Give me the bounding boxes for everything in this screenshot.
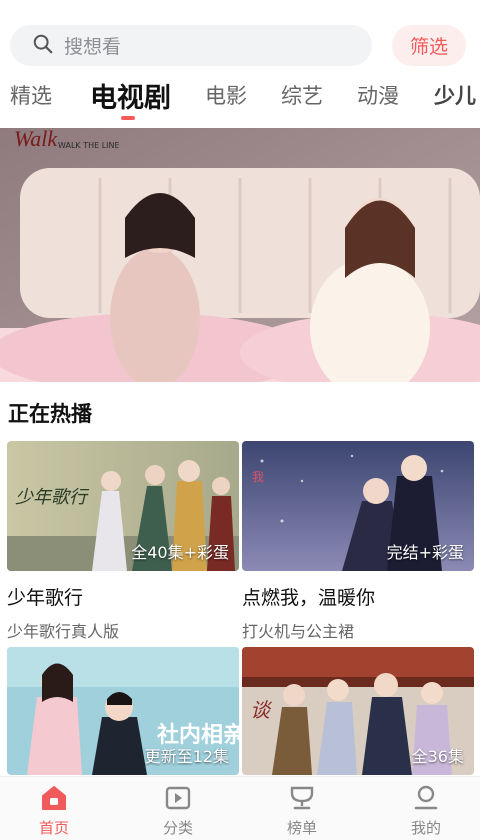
nav-category-label: 分类 — [162, 819, 193, 837]
tab-anime[interactable]: 动漫 — [357, 80, 399, 110]
show-subtitle: 打火机与公主裙 — [242, 622, 355, 641]
episode-badge: 完结+彩蛋 — [386, 543, 464, 562]
ranking-icon — [262, 783, 342, 813]
tab-featured[interactable]: 精选 — [10, 80, 52, 110]
channel-tabs: 精选 电视剧 电影 综艺 动漫 少儿 — [0, 72, 480, 124]
nav-home[interactable]: 首页 — [14, 783, 94, 838]
hero-banner[interactable]: Walk WALK THE LINE — [0, 128, 480, 382]
banner-image: Walk WALK THE LINE — [0, 128, 480, 382]
poster-title-text: 少年歌行 — [15, 487, 90, 508]
show-card[interactable]: 社内相亲 更新至12集 — [7, 647, 239, 775]
active-tab-indicator — [121, 116, 135, 120]
show-card[interactable]: 我 完结+彩蛋 点燃我，温暖你 打火机与公主裙 — [242, 441, 474, 642]
show-title: 少年歌行 — [7, 587, 84, 609]
show-card[interactable]: 谈 全36集 — [242, 647, 474, 775]
show-card[interactable]: 少年歌行 全40集+彩蛋 少年歌行 少年歌行真人版 — [7, 441, 239, 642]
svg-text:Walk: Walk — [14, 128, 58, 151]
show-subtitle: 少年歌行真人版 — [7, 622, 120, 641]
show-poster: 少年歌行 全40集+彩蛋 — [7, 441, 239, 571]
profile-icon — [386, 783, 466, 813]
svg-text:我: 我 — [252, 470, 264, 484]
nav-ranking-label: 榜单 — [286, 819, 317, 837]
tab-kids[interactable]: 少儿 — [434, 80, 476, 110]
nav-profile-label: 我的 — [410, 819, 441, 837]
tab-tv-series[interactable]: 电视剧 — [90, 76, 171, 115]
nav-home-label: 首页 — [38, 819, 69, 837]
search-input[interactable]: 搜想看 — [10, 25, 372, 66]
show-poster: 谈 全36集 — [242, 647, 474, 775]
nav-category[interactable]: 分类 — [138, 783, 218, 838]
show-title: 点燃我，温暖你 — [242, 587, 376, 609]
bottom-navigation: 首页 分类 榜单 我的 — [0, 776, 480, 840]
episode-badge: 更新至12集 — [144, 747, 229, 766]
tab-variety[interactable]: 综艺 — [281, 80, 323, 110]
show-poster: 社内相亲 更新至12集 — [7, 647, 239, 775]
section-title: 正在热播 — [8, 402, 92, 426]
top-bar: 搜想看 筛选 — [0, 0, 480, 70]
search-placeholder: 搜想看 — [64, 36, 122, 58]
filter-button[interactable]: 筛选 — [392, 25, 466, 66]
episode-badge: 全40集+彩蛋 — [131, 543, 229, 562]
search-icon — [32, 33, 54, 59]
nav-profile[interactable]: 我的 — [386, 783, 466, 838]
nav-ranking[interactable]: 榜单 — [262, 783, 342, 838]
banner-logo-text: WALK THE LINE — [58, 141, 120, 150]
episode-badge: 全36集 — [411, 747, 464, 766]
svg-text:谈: 谈 — [250, 698, 273, 722]
category-icon — [138, 783, 218, 813]
home-icon — [14, 783, 94, 813]
show-poster: 我 完结+彩蛋 — [242, 441, 474, 571]
tab-movies[interactable]: 电影 — [205, 80, 247, 110]
